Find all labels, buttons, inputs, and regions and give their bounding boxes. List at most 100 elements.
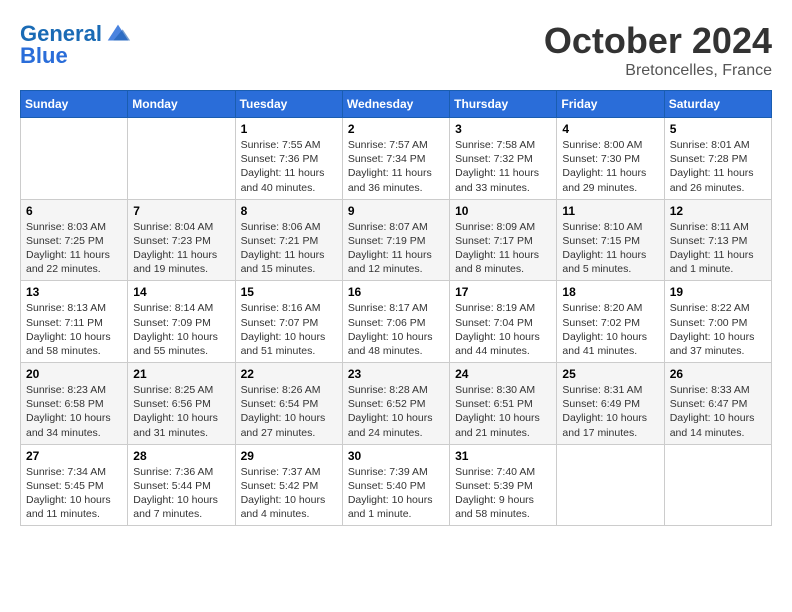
day-number: 14 [133,285,229,299]
day-info: Sunrise: 7:40 AMSunset: 5:39 PMDaylight:… [455,465,551,522]
day-number: 17 [455,285,551,299]
calendar-cell: 8 Sunrise: 8:06 AMSunset: 7:21 PMDaylight… [235,199,342,281]
calendar-cell: 6 Sunrise: 8:03 AMSunset: 7:25 PMDaylight… [21,199,128,281]
calendar-cell: 19 Sunrise: 8:22 AMSunset: 7:00 PMDayligh… [664,281,771,363]
day-number: 10 [455,204,551,218]
day-number: 28 [133,449,229,463]
day-number: 7 [133,204,229,218]
day-number: 18 [562,285,658,299]
calendar-cell: 7 Sunrise: 8:04 AMSunset: 7:23 PMDaylight… [128,199,235,281]
day-number: 20 [26,367,122,381]
calendar-week-row: 20 Sunrise: 8:23 AMSunset: 6:58 PMDayligh… [21,363,772,445]
day-info: Sunrise: 8:22 AMSunset: 7:00 PMDaylight:… [670,301,766,358]
day-number: 3 [455,122,551,136]
weekday-header-saturday: Saturday [664,91,771,118]
calendar-cell: 15 Sunrise: 8:16 AMSunset: 7:07 PMDayligh… [235,281,342,363]
calendar-cell: 13 Sunrise: 8:13 AMSunset: 7:11 PMDayligh… [21,281,128,363]
day-number: 26 [670,367,766,381]
day-number: 24 [455,367,551,381]
day-info: Sunrise: 7:37 AMSunset: 5:42 PMDaylight:… [241,465,337,522]
day-info: Sunrise: 8:06 AMSunset: 7:21 PMDaylight:… [241,220,337,277]
weekday-header-friday: Friday [557,91,664,118]
day-number: 6 [26,204,122,218]
day-info: Sunrise: 7:57 AMSunset: 7:34 PMDaylight:… [348,138,444,195]
calendar-cell: 20 Sunrise: 8:23 AMSunset: 6:58 PMDayligh… [21,363,128,445]
day-info: Sunrise: 7:39 AMSunset: 5:40 PMDaylight:… [348,465,444,522]
calendar-cell: 29 Sunrise: 7:37 AMSunset: 5:42 PMDayligh… [235,444,342,526]
month-title: October 2024 [544,20,772,62]
day-number: 27 [26,449,122,463]
calendar-cell: 1 Sunrise: 7:55 AMSunset: 7:36 PMDaylight… [235,118,342,200]
calendar-cell: 27Sunrise: 7:34 AMSunset: 5:45 PMDayligh… [21,444,128,526]
page-header: General Blue October 2024 Bretoncelles, … [20,20,772,80]
logo-subtext: Blue [20,44,68,68]
calendar-week-row: 27Sunrise: 7:34 AMSunset: 5:45 PMDayligh… [21,444,772,526]
calendar-cell: 23 Sunrise: 8:28 AMSunset: 6:52 PMDayligh… [342,363,449,445]
day-info: Sunrise: 8:01 AMSunset: 7:28 PMDaylight:… [670,138,766,195]
calendar-cell: 2 Sunrise: 7:57 AMSunset: 7:34 PMDaylight… [342,118,449,200]
day-info: Sunrise: 8:20 AMSunset: 7:02 PMDaylight:… [562,301,658,358]
day-number: 25 [562,367,658,381]
day-number: 2 [348,122,444,136]
day-info: Sunrise: 8:33 AMSunset: 6:47 PMDaylight:… [670,383,766,440]
day-number: 29 [241,449,337,463]
calendar-cell: 26 Sunrise: 8:33 AMSunset: 6:47 PMDayligh… [664,363,771,445]
calendar-cell [21,118,128,200]
weekday-header-row: SundayMondayTuesdayWednesdayThursdayFrid… [21,91,772,118]
day-info: Sunrise: 8:13 AMSunset: 7:11 PMDaylight:… [26,301,122,358]
day-info: Sunrise: 8:00 AMSunset: 7:30 PMDaylight:… [562,138,658,195]
calendar-cell: 21Sunrise: 8:25 AMSunset: 6:56 PMDayligh… [128,363,235,445]
day-number: 16 [348,285,444,299]
calendar-cell: 28Sunrise: 7:36 AMSunset: 5:44 PMDayligh… [128,444,235,526]
day-number: 31 [455,449,551,463]
day-info: Sunrise: 8:28 AMSunset: 6:52 PMDaylight:… [348,383,444,440]
calendar-cell: 16 Sunrise: 8:17 AMSunset: 7:06 PMDayligh… [342,281,449,363]
location: Bretoncelles, France [544,62,772,80]
weekday-header-tuesday: Tuesday [235,91,342,118]
day-info: Sunrise: 7:58 AMSunset: 7:32 PMDaylight:… [455,138,551,195]
calendar-cell: 4 Sunrise: 8:00 AMSunset: 7:30 PMDaylight… [557,118,664,200]
calendar-cell: 17 Sunrise: 8:19 AMSunset: 7:04 PMDayligh… [450,281,557,363]
day-info: Sunrise: 8:26 AMSunset: 6:54 PMDaylight:… [241,383,337,440]
day-number: 21 [133,367,229,381]
day-info: Sunrise: 8:31 AMSunset: 6:49 PMDaylight:… [562,383,658,440]
calendar-cell: 30 Sunrise: 7:39 AMSunset: 5:40 PMDayligh… [342,444,449,526]
logo-icon [104,20,132,48]
calendar-week-row: 1 Sunrise: 7:55 AMSunset: 7:36 PMDaylight… [21,118,772,200]
day-number: 13 [26,285,122,299]
day-info: Sunrise: 7:55 AMSunset: 7:36 PMDaylight:… [241,138,337,195]
calendar-cell: 18 Sunrise: 8:20 AMSunset: 7:02 PMDayligh… [557,281,664,363]
title-block: October 2024 Bretoncelles, France [544,20,772,80]
day-info: Sunrise: 8:16 AMSunset: 7:07 PMDaylight:… [241,301,337,358]
day-number: 12 [670,204,766,218]
day-number: 23 [348,367,444,381]
day-info: Sunrise: 8:17 AMSunset: 7:06 PMDaylight:… [348,301,444,358]
day-number: 15 [241,285,337,299]
weekday-header-sunday: Sunday [21,91,128,118]
day-number: 1 [241,122,337,136]
calendar-cell [664,444,771,526]
calendar-cell: 22 Sunrise: 8:26 AMSunset: 6:54 PMDayligh… [235,363,342,445]
day-info: Sunrise: 8:09 AMSunset: 7:17 PMDaylight:… [455,220,551,277]
day-info: Sunrise: 8:11 AMSunset: 7:13 PMDaylight:… [670,220,766,277]
day-number: 4 [562,122,658,136]
calendar-cell: 14Sunrise: 8:14 AMSunset: 7:09 PMDayligh… [128,281,235,363]
day-info: Sunrise: 8:04 AMSunset: 7:23 PMDaylight:… [133,220,229,277]
calendar-cell: 24Sunrise: 8:30 AMSunset: 6:51 PMDayligh… [450,363,557,445]
day-number: 11 [562,204,658,218]
day-number: 19 [670,285,766,299]
calendar-week-row: 13 Sunrise: 8:13 AMSunset: 7:11 PMDayligh… [21,281,772,363]
day-number: 30 [348,449,444,463]
day-number: 8 [241,204,337,218]
weekday-header-monday: Monday [128,91,235,118]
calendar-cell: 11Sunrise: 8:10 AMSunset: 7:15 PMDayligh… [557,199,664,281]
calendar-cell: 3 Sunrise: 7:58 AMSunset: 7:32 PMDaylight… [450,118,557,200]
calendar-cell: 5 Sunrise: 8:01 AMSunset: 7:28 PMDaylight… [664,118,771,200]
day-number: 5 [670,122,766,136]
day-number: 22 [241,367,337,381]
logo: General Blue [20,20,132,68]
day-info: Sunrise: 8:19 AMSunset: 7:04 PMDaylight:… [455,301,551,358]
day-info: Sunrise: 8:23 AMSunset: 6:58 PMDaylight:… [26,383,122,440]
day-info: Sunrise: 8:03 AMSunset: 7:25 PMDaylight:… [26,220,122,277]
calendar-cell: 31 Sunrise: 7:40 AMSunset: 5:39 PMDayligh… [450,444,557,526]
